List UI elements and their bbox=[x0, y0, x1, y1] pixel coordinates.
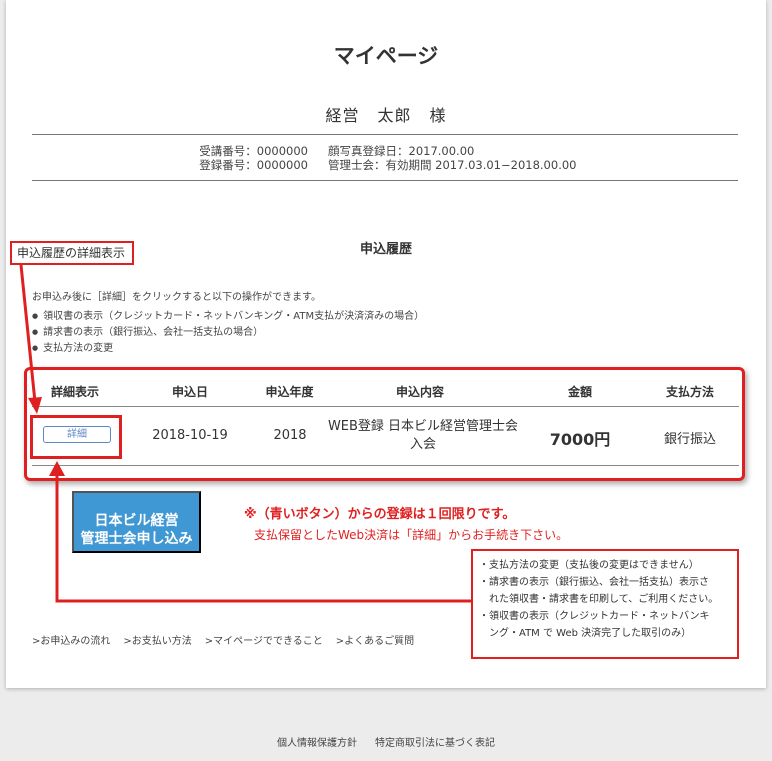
photo-registration-date: 顔写真登録日：2017.00.00 bbox=[328, 144, 475, 158]
apply-button-line2: 管理士会申し込み bbox=[80, 529, 193, 546]
page-title: マイページ bbox=[333, 44, 439, 68]
membership-validity: 管理士会：有効期間 2017.03.01−2018.00.00 bbox=[328, 158, 577, 172]
th-method: 支払方法 bbox=[665, 385, 714, 399]
notice-pending-payment: 支払保留としたWeb決済は「詳細」からお手続き下さい。 bbox=[254, 528, 569, 542]
footer-commerce-law-link[interactable]: 特定商取引法に基づく表記 bbox=[375, 738, 495, 749]
history-description: お申込み後に［詳細］をクリックすると以下の操作ができます。 bbox=[32, 292, 321, 303]
user-given-name: 太郎 bbox=[377, 106, 412, 125]
cell-content-line1: WEB登録 日本ビル経営管理士会 bbox=[327, 419, 519, 434]
divider-bottom bbox=[32, 180, 738, 181]
link-mypage-features[interactable]: >マイページでできること bbox=[205, 636, 323, 647]
cell-content: WEB登録 日本ビル経営管理士会 入会 bbox=[318, 418, 528, 454]
cell-method: 銀行振込 bbox=[663, 432, 716, 447]
cell-amount: 7000円 bbox=[549, 430, 611, 449]
footer-privacy-link[interactable]: 個人情報保護方針 bbox=[277, 738, 357, 749]
user-honorific: 様 bbox=[429, 106, 447, 125]
info-line-receipt-cont: ング・ATM で Web 決済完了した取引のみ） bbox=[479, 628, 692, 639]
info-line-invoice-cont: れた領収書・請求書を印刷して、ご利用ください。 bbox=[479, 594, 719, 605]
info-line-payment-change: ・支払方法の変更（支払後の変更はできません） bbox=[479, 560, 699, 571]
bullet-payment-change: 支払方法の変更 bbox=[32, 341, 424, 357]
member-info-left: 受講番号：0000000 登録番号：0000000 bbox=[120, 144, 308, 172]
detail-button[interactable]: 詳細 bbox=[43, 426, 111, 443]
apply-button[interactable]: 日本ビル経営 管理士会申し込み bbox=[72, 491, 201, 553]
annotation-info-box: ・支払方法の変更（支払後の変更はできません） ・請求書の表示（銀行振込、会社一括… bbox=[471, 549, 739, 659]
th-content: 申込内容 bbox=[395, 385, 444, 399]
bullet-receipt: 領収書の表示（クレジットカード・ネットバンキング・ATM支払が決済済みの場合） bbox=[32, 309, 424, 325]
bullet-invoice: 請求書の表示（銀行振込、会社一括支払の場合） bbox=[32, 325, 424, 341]
user-name: 経営 太郎様 bbox=[0, 102, 772, 126]
table-row-line bbox=[32, 465, 739, 466]
th-detail: 詳細表示 bbox=[50, 385, 99, 399]
cell-year: 2018 bbox=[273, 428, 307, 443]
enrollment-number: 受講番号：0000000 bbox=[199, 144, 308, 158]
registration-number: 登録番号：0000000 bbox=[199, 158, 308, 172]
link-faq[interactable]: >よくあるご質問 bbox=[336, 636, 414, 647]
notice-once-only: ※（青いボタン）からの登録は１回限りです。 bbox=[244, 507, 516, 522]
link-application-flow[interactable]: >お申込みの流れ bbox=[32, 636, 110, 647]
cell-content-line2: 入会 bbox=[409, 437, 436, 452]
cell-date: 2018-10-19 bbox=[152, 428, 228, 443]
info-line-invoice: ・請求書の表示（銀行振込、会社一括支払）表示さ bbox=[479, 577, 709, 588]
info-line-receipt: ・領収書の表示（クレジットカード・ネットバンキ bbox=[479, 611, 710, 622]
annotation-label: 申込履歴の詳細表示 bbox=[10, 241, 134, 265]
apply-button-line1: 日本ビル経営 bbox=[94, 511, 179, 528]
th-year: 申込年度 bbox=[265, 385, 314, 399]
link-payment-methods[interactable]: >お支払い方法 bbox=[123, 636, 191, 647]
help-links: >お申込みの流れ >お支払い方法 >マイページでできること >よくあるご質問 bbox=[32, 632, 427, 647]
divider-top bbox=[32, 134, 738, 135]
th-amount: 金額 bbox=[567, 385, 592, 399]
history-bullets: 領収書の表示（クレジットカード・ネットバンキング・ATM支払が決済済みの場合） … bbox=[32, 309, 424, 357]
user-family-name: 経営 bbox=[325, 106, 360, 125]
table-header-line bbox=[32, 406, 739, 407]
th-date: 申込日 bbox=[171, 385, 208, 399]
footer: 個人情報保護方針 特定商取引法に基づく表記 bbox=[0, 734, 772, 749]
member-info-right: 顔写真登録日：2017.00.00 管理士会：有効期間 2017.03.01−2… bbox=[328, 144, 688, 172]
